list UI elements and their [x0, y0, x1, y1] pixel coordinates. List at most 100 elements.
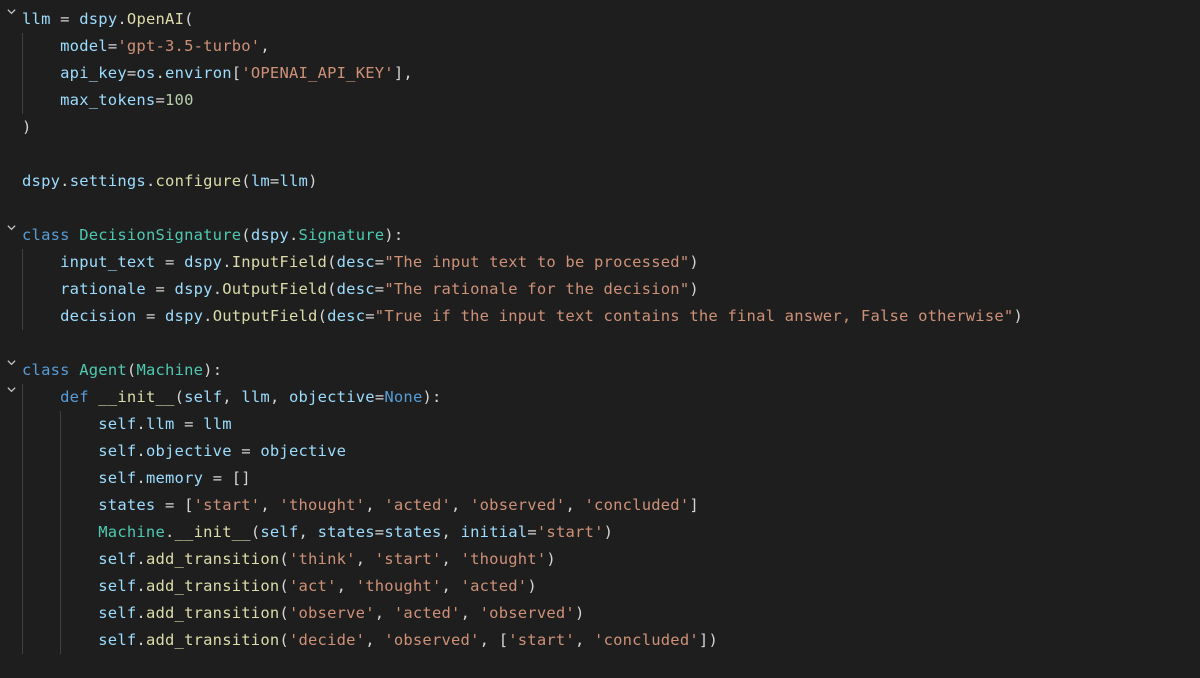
token-op: ) — [1013, 307, 1023, 325]
token-var: dspy — [184, 253, 222, 271]
code-line[interactable]: states = ['start', 'thought', 'acted', '… — [0, 492, 1200, 519]
token-fn: OpenAI — [127, 10, 184, 28]
code-line[interactable]: llm = dspy.OpenAI( — [0, 6, 1200, 33]
code-line[interactable]: self.add_transition('think', 'start', 't… — [0, 546, 1200, 573]
token-plain — [70, 361, 80, 379]
code-content[interactable]: self.add_transition('act', 'thought', 'a… — [22, 573, 1200, 600]
token-var: desc — [337, 280, 375, 298]
code-content[interactable]: self.add_transition('observe', 'acted', … — [22, 600, 1200, 627]
code-line[interactable]: max_tokens=100 — [0, 87, 1200, 114]
code-line[interactable]: decision = dspy.OutputField(desc="True i… — [0, 303, 1200, 330]
token-op: , — [575, 631, 594, 649]
code-line[interactable]: def __init__(self, llm, objective=None): — [0, 384, 1200, 411]
token-cls: Agent — [79, 361, 127, 379]
token-op: , — [365, 631, 384, 649]
code-line[interactable]: api_key=os.environ['OPENAI_API_KEY'], — [0, 60, 1200, 87]
code-content[interactable]: def __init__(self, llm, objective=None): — [22, 384, 1200, 411]
token-op: = — [232, 442, 261, 460]
indent-guide — [22, 60, 23, 87]
code-line[interactable]: Machine.__init__(self, states=states, in… — [0, 519, 1200, 546]
token-op: = — [375, 280, 385, 298]
code-line[interactable]: self.add_transition('act', 'thought', 'a… — [0, 573, 1200, 600]
token-var: rationale — [60, 280, 146, 298]
code-content[interactable]: api_key=os.environ['OPENAI_API_KEY'], — [22, 60, 1200, 87]
token-var: lm — [251, 172, 270, 190]
token-op: ): — [203, 361, 222, 379]
code-line[interactable] — [0, 195, 1200, 222]
token-var: settings — [70, 172, 146, 190]
code-content[interactable]: self.add_transition('think', 'start', 't… — [22, 546, 1200, 573]
code-content[interactable]: decision = dspy.OutputField(desc="True i… — [22, 303, 1200, 330]
code-line[interactable]: model='gpt-3.5-turbo', — [0, 33, 1200, 60]
code-content[interactable]: dspy.settings.configure(lm=llm) — [22, 168, 1200, 195]
fold-chevron-down-icon[interactable] — [0, 222, 22, 233]
indent-guide — [22, 627, 23, 654]
token-op: ) — [689, 253, 699, 271]
token-op: , — [565, 496, 584, 514]
code-line[interactable]: input_text = dspy.InputField(desc="The i… — [0, 249, 1200, 276]
fold-chevron-down-icon[interactable] — [0, 384, 22, 395]
token-op: . — [146, 172, 156, 190]
code-line[interactable]: self.objective = objective — [0, 438, 1200, 465]
token-op: ( — [279, 631, 289, 649]
code-content[interactable]: states = ['start', 'thought', 'acted', '… — [22, 492, 1200, 519]
indent-guide — [22, 600, 23, 627]
indent-whitespace — [22, 64, 60, 82]
code-line[interactable]: self.llm = llm — [0, 411, 1200, 438]
code-line[interactable] — [0, 141, 1200, 168]
code-line[interactable]: class Agent(Machine): — [0, 357, 1200, 384]
code-content[interactable]: class DecisionSignature(dspy.Signature): — [22, 222, 1200, 249]
token-fn: InputField — [232, 253, 327, 271]
code-line[interactable]: self.add_transition('decide', 'observed'… — [0, 627, 1200, 654]
code-content[interactable]: self.memory = [] — [22, 465, 1200, 492]
indent-whitespace — [22, 37, 60, 55]
code-editor[interactable]: llm = dspy.OpenAI( model='gpt-3.5-turbo'… — [0, 6, 1200, 654]
code-line[interactable]: class DecisionSignature(dspy.Signature): — [0, 222, 1200, 249]
token-fn: add_transition — [146, 550, 279, 568]
token-str: 'acted' — [394, 604, 461, 622]
token-fn: add_transition — [146, 577, 279, 595]
token-str: 'start' — [375, 550, 442, 568]
code-content[interactable]: Machine.__init__(self, states=states, in… — [22, 519, 1200, 546]
token-cls: Machine — [98, 523, 165, 541]
code-content[interactable]: rationale = dspy.OutputField(desc="The r… — [22, 276, 1200, 303]
token-op: . — [117, 10, 127, 28]
token-op: , — [337, 577, 356, 595]
code-content[interactable]: self.llm = llm — [22, 411, 1200, 438]
code-content[interactable]: self.objective = objective — [22, 438, 1200, 465]
token-op: . — [136, 442, 146, 460]
code-content[interactable]: model='gpt-3.5-turbo', — [22, 33, 1200, 60]
fold-chevron-down-icon[interactable] — [0, 357, 22, 368]
token-var: states — [98, 496, 155, 514]
code-content[interactable]: class Agent(Machine): — [22, 357, 1200, 384]
code-line[interactable] — [0, 330, 1200, 357]
indent-whitespace — [22, 307, 60, 325]
token-var: states — [384, 523, 441, 541]
token-op: ( — [327, 280, 337, 298]
code-line[interactable]: dspy.settings.configure(lm=llm) — [0, 168, 1200, 195]
token-str: 'acted' — [384, 496, 451, 514]
code-line[interactable]: self.add_transition('observe', 'acted', … — [0, 600, 1200, 627]
token-op: . — [289, 226, 299, 244]
code-line[interactable]: self.memory = [] — [0, 465, 1200, 492]
fold-chevron-down-icon[interactable] — [0, 6, 22, 17]
token-op: . — [213, 280, 223, 298]
code-content[interactable]: self.add_transition('decide', 'observed'… — [22, 627, 1200, 654]
token-var: desc — [337, 253, 375, 271]
token-var: input_text — [60, 253, 155, 271]
token-op: ) — [527, 577, 537, 595]
token-str: "The rationale for the decision" — [384, 280, 689, 298]
token-op: = — [375, 253, 385, 271]
code-content[interactable]: input_text = dspy.InputField(desc="The i… — [22, 249, 1200, 276]
token-op: . — [156, 64, 166, 82]
code-content[interactable]: llm = dspy.OpenAI( — [22, 6, 1200, 33]
code-content[interactable]: max_tokens=100 — [22, 87, 1200, 114]
token-op: . — [136, 415, 146, 433]
indent-whitespace — [22, 91, 60, 109]
code-line[interactable]: ) — [0, 114, 1200, 141]
token-var: llm — [203, 415, 232, 433]
token-cls: Machine — [136, 361, 203, 379]
code-content[interactable]: ) — [22, 114, 1200, 141]
code-line[interactable]: rationale = dspy.OutputField(desc="The r… — [0, 276, 1200, 303]
token-prop: memory — [146, 469, 203, 487]
